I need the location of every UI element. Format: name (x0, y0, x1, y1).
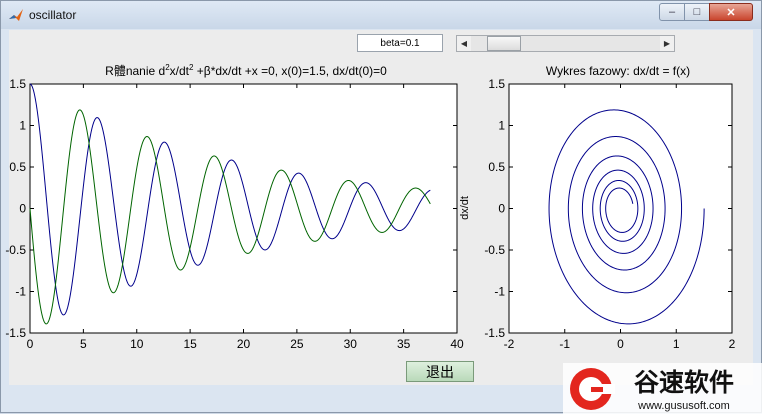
slider-right-arrow-icon[interactable]: ▶ (660, 36, 674, 51)
watermark-logo: 谷速软件 www.gususoft.com (563, 363, 762, 414)
window-title: oscillator (29, 8, 77, 22)
chart1-xtick-label: 25 (290, 337, 304, 351)
chart1-xtick-label: 35 (397, 337, 411, 351)
chart1-ytick-label: -1 (15, 285, 26, 299)
chart1-xtick-label: 30 (344, 337, 358, 351)
chart2-ytick-label: -0.5 (484, 243, 505, 257)
chart1-ytick-label: 1.5 (9, 77, 26, 91)
chart1-ytick-label: -0.5 (5, 243, 26, 257)
chart2-xtick-label: 2 (729, 337, 736, 351)
chart1-title-prefix: R體nanie d (105, 64, 165, 78)
chart2-plot-area (508, 83, 733, 334)
chart2-xtick-label: 0 (617, 337, 624, 351)
chart1-title-mid: x/dt (170, 64, 190, 78)
matlab-icon (9, 9, 23, 21)
chart1-ytick-label: 1 (19, 119, 26, 133)
chart1-xtick-label: 10 (130, 337, 144, 351)
chart2-ytick-label: 0.5 (488, 160, 505, 174)
chart1-title-suffix: +β*dx/dt +x =0, x(0)=1.5, dx/dt(0)=0 (193, 64, 387, 78)
chart1-xtick-label: 15 (183, 337, 197, 351)
chart2-ytick-label: -1 (494, 285, 505, 299)
watermark-brand: 谷速软件 (634, 369, 734, 397)
minimize-button[interactable]: – (659, 3, 685, 21)
chart2-xtick-label: 1 (673, 337, 680, 351)
chart2-title: Wykres fazowy: dx/dt = f(x) (546, 64, 690, 78)
chart1-xtick-label: 0 (27, 337, 34, 351)
time-response-chart: R體nanie d2x/dt2 +β*dx/dt +x =0, x(0)=1.5… (5, 63, 464, 351)
chart2-ytick-label: -1.5 (484, 326, 505, 340)
exit-button[interactable]: 退出 (406, 361, 474, 382)
chart1-ytick-label: 0 (19, 202, 26, 216)
slider-track[interactable] (471, 36, 660, 51)
beta-slider[interactable]: ◀ ▶ (456, 35, 675, 52)
chart2-xtick-label: -1 (559, 337, 570, 351)
chart2-ylabel: dx/dt (459, 196, 471, 220)
chart1-xtick-label: 5 (80, 337, 87, 351)
chart1-xtick-label: 20 (237, 337, 251, 351)
chart2-ytick-label: 1.5 (488, 77, 505, 91)
chart2-ytick-label: 0 (498, 202, 505, 216)
oscillator-window: oscillator – □ ✕ beta=0.1 ◀ ▶ R體nanie d2… (0, 0, 762, 414)
chart1-ytick-label: -1.5 (5, 326, 26, 340)
chart1-title: R體nanie d2x/dt2 +β*dx/dt +x =0, x(0)=1.5… (105, 63, 387, 78)
title-bar[interactable]: oscillator – □ ✕ (1, 1, 761, 29)
phase-plot-chart: Wykres fazowy: dx/dt = f(x) dx/dt -2 -1 0 1… (459, 64, 736, 351)
slider-thumb[interactable] (487, 36, 521, 51)
chart2-xtick-label: -2 (504, 337, 515, 351)
close-button[interactable]: ✕ (709, 3, 753, 21)
chart1-ytick-label: 0.5 (9, 160, 26, 174)
maximize-button[interactable]: □ (684, 3, 710, 21)
chart2-ytick-label: 1 (498, 119, 505, 133)
beta-display: beta=0.1 (357, 34, 443, 52)
watermark-url: www.gususoft.com (637, 400, 730, 412)
slider-left-arrow-icon[interactable]: ◀ (457, 36, 471, 51)
